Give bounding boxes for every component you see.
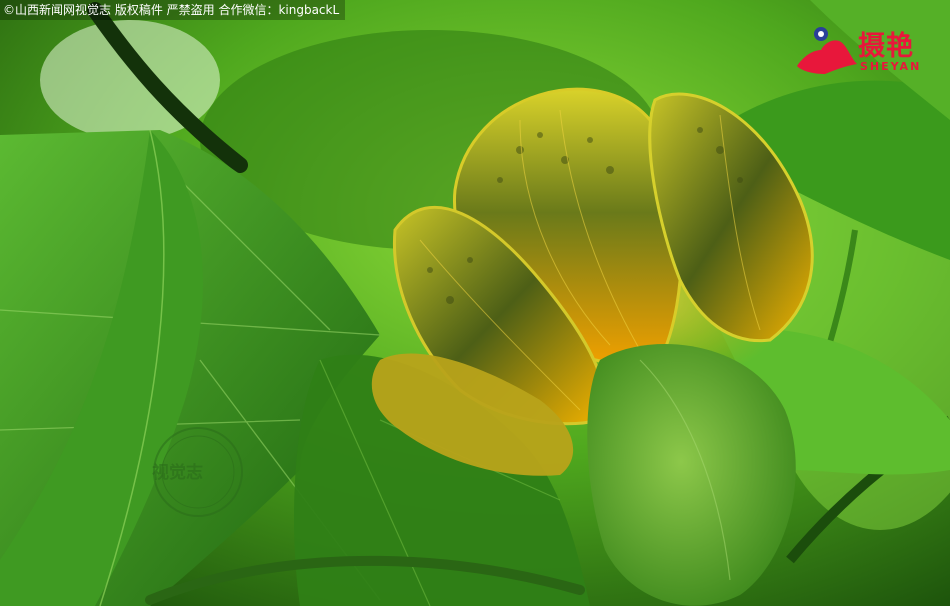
copyright-text: 山西新闻网视觉志 版权稿件 严禁盗用 合作微信：kingbackL: [15, 3, 340, 17]
copyright-symbol: ©: [3, 3, 15, 17]
flower-photo: [0, 0, 950, 606]
copyright-bar: ©山西新闻网视觉志 版权稿件 严禁盗用 合作微信：kingbackL: [0, 0, 346, 20]
brand-title: 摄艳: [858, 31, 914, 62]
brand-subtitle: SHEYAN: [860, 60, 922, 73]
watermark-label: 视觉志: [152, 463, 203, 483]
photo-stage: ©山西新闻网视觉志 版权稿件 严禁盗用 合作微信：kingbackL 摄艳 SH…: [0, 0, 950, 606]
